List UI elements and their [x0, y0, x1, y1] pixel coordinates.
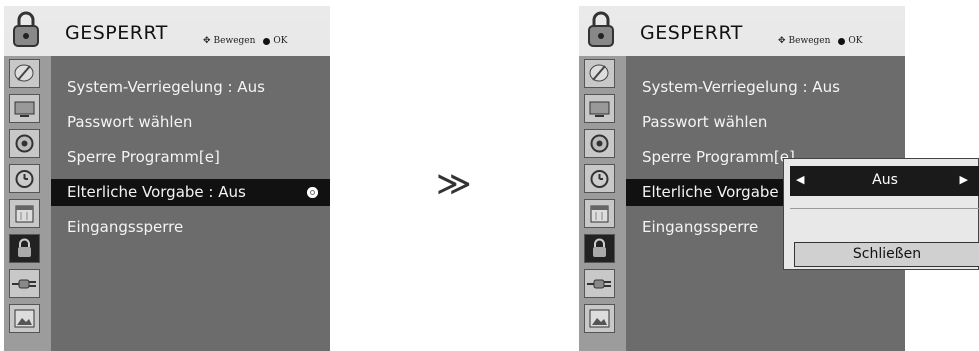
hint-ok-label: OK [848, 36, 863, 46]
menu-item-system-lock[interactable]: System-Verriegelung : Aus [51, 74, 330, 101]
sidebar-clock-icon[interactable] [9, 164, 40, 193]
parental-guidance-popup: ◀ Aus ▶ Schließen [783, 158, 979, 270]
sidebar-lock-icon[interactable] [584, 234, 615, 263]
category-sidebar [579, 56, 626, 351]
move-arrows-icon: ✥ [778, 36, 786, 46]
value-selector[interactable]: ◀ Aus ▶ [790, 166, 979, 196]
category-sidebar [4, 56, 51, 351]
menu-header: GESPERRT ✥ Bewegen OK [4, 6, 330, 54]
sidebar-satellite-icon[interactable] [584, 59, 615, 88]
hint-move-label: Bewegen [788, 36, 831, 46]
popup-divider [790, 208, 979, 209]
move-arrows-icon: ✥ [203, 36, 211, 46]
sidebar-screen-icon[interactable] [584, 94, 615, 123]
menu-screen-before: GESPERRT ✥ Bewegen OK System-Verriegelun… [4, 6, 330, 351]
sidebar-plug-icon[interactable] [584, 269, 615, 298]
sidebar-screen-icon[interactable] [9, 94, 40, 123]
menu-item-input-lock[interactable]: Eingangssperre [51, 214, 330, 241]
menu-panel: System-Verriegelung : Aus Passwort wähle… [51, 56, 330, 351]
selector-value: Aus [872, 172, 898, 188]
sidebar-speaker-icon[interactable] [9, 129, 40, 158]
menu-item-set-password[interactable]: Passwort wählen [626, 109, 905, 136]
sidebar-satellite-icon[interactable] [9, 59, 40, 88]
menu-header: GESPERRT ✥ Bewegen OK [579, 6, 905, 54]
navigation-hint: ✥ Bewegen OK [203, 36, 288, 46]
lock-icon [13, 11, 39, 47]
sidebar-clock-icon[interactable] [584, 164, 615, 193]
navigation-hint: ✥ Bewegen OK [778, 36, 863, 46]
sidebar-calendar-icon[interactable] [9, 199, 40, 228]
menu-item-label: Elterliche Vorgabe : Aus [67, 183, 246, 201]
sidebar-calendar-icon[interactable] [584, 199, 615, 228]
menu-title: GESPERRT [65, 22, 168, 44]
menu-item-parental-guidance[interactable]: Elterliche Vorgabe : Aus [51, 179, 330, 206]
menu-item-set-password[interactable]: Passwort wählen [51, 109, 330, 136]
sidebar-lock-icon[interactable] [9, 234, 40, 263]
menu-item-block-program[interactable]: Sperre Programm[e] [51, 144, 330, 171]
close-button[interactable]: Schließen [794, 242, 979, 267]
arrow-right-icon[interactable]: ▶ [960, 173, 968, 186]
hint-move-label: Bewegen [213, 36, 256, 46]
selected-indicator-icon [307, 187, 318, 198]
ok-dot-icon [263, 37, 271, 45]
menu-item-system-lock[interactable]: System-Verriegelung : Aus [626, 74, 905, 101]
lock-icon [588, 11, 614, 47]
menu-title: GESPERRT [640, 22, 743, 44]
sidebar-photo-icon[interactable] [584, 304, 615, 333]
hint-ok-label: OK [273, 36, 288, 46]
sidebar-photo-icon[interactable] [9, 304, 40, 333]
transition-arrow: ≫ [436, 164, 472, 204]
ok-dot-icon [838, 37, 846, 45]
sidebar-plug-icon[interactable] [9, 269, 40, 298]
sidebar-speaker-icon[interactable] [584, 129, 615, 158]
